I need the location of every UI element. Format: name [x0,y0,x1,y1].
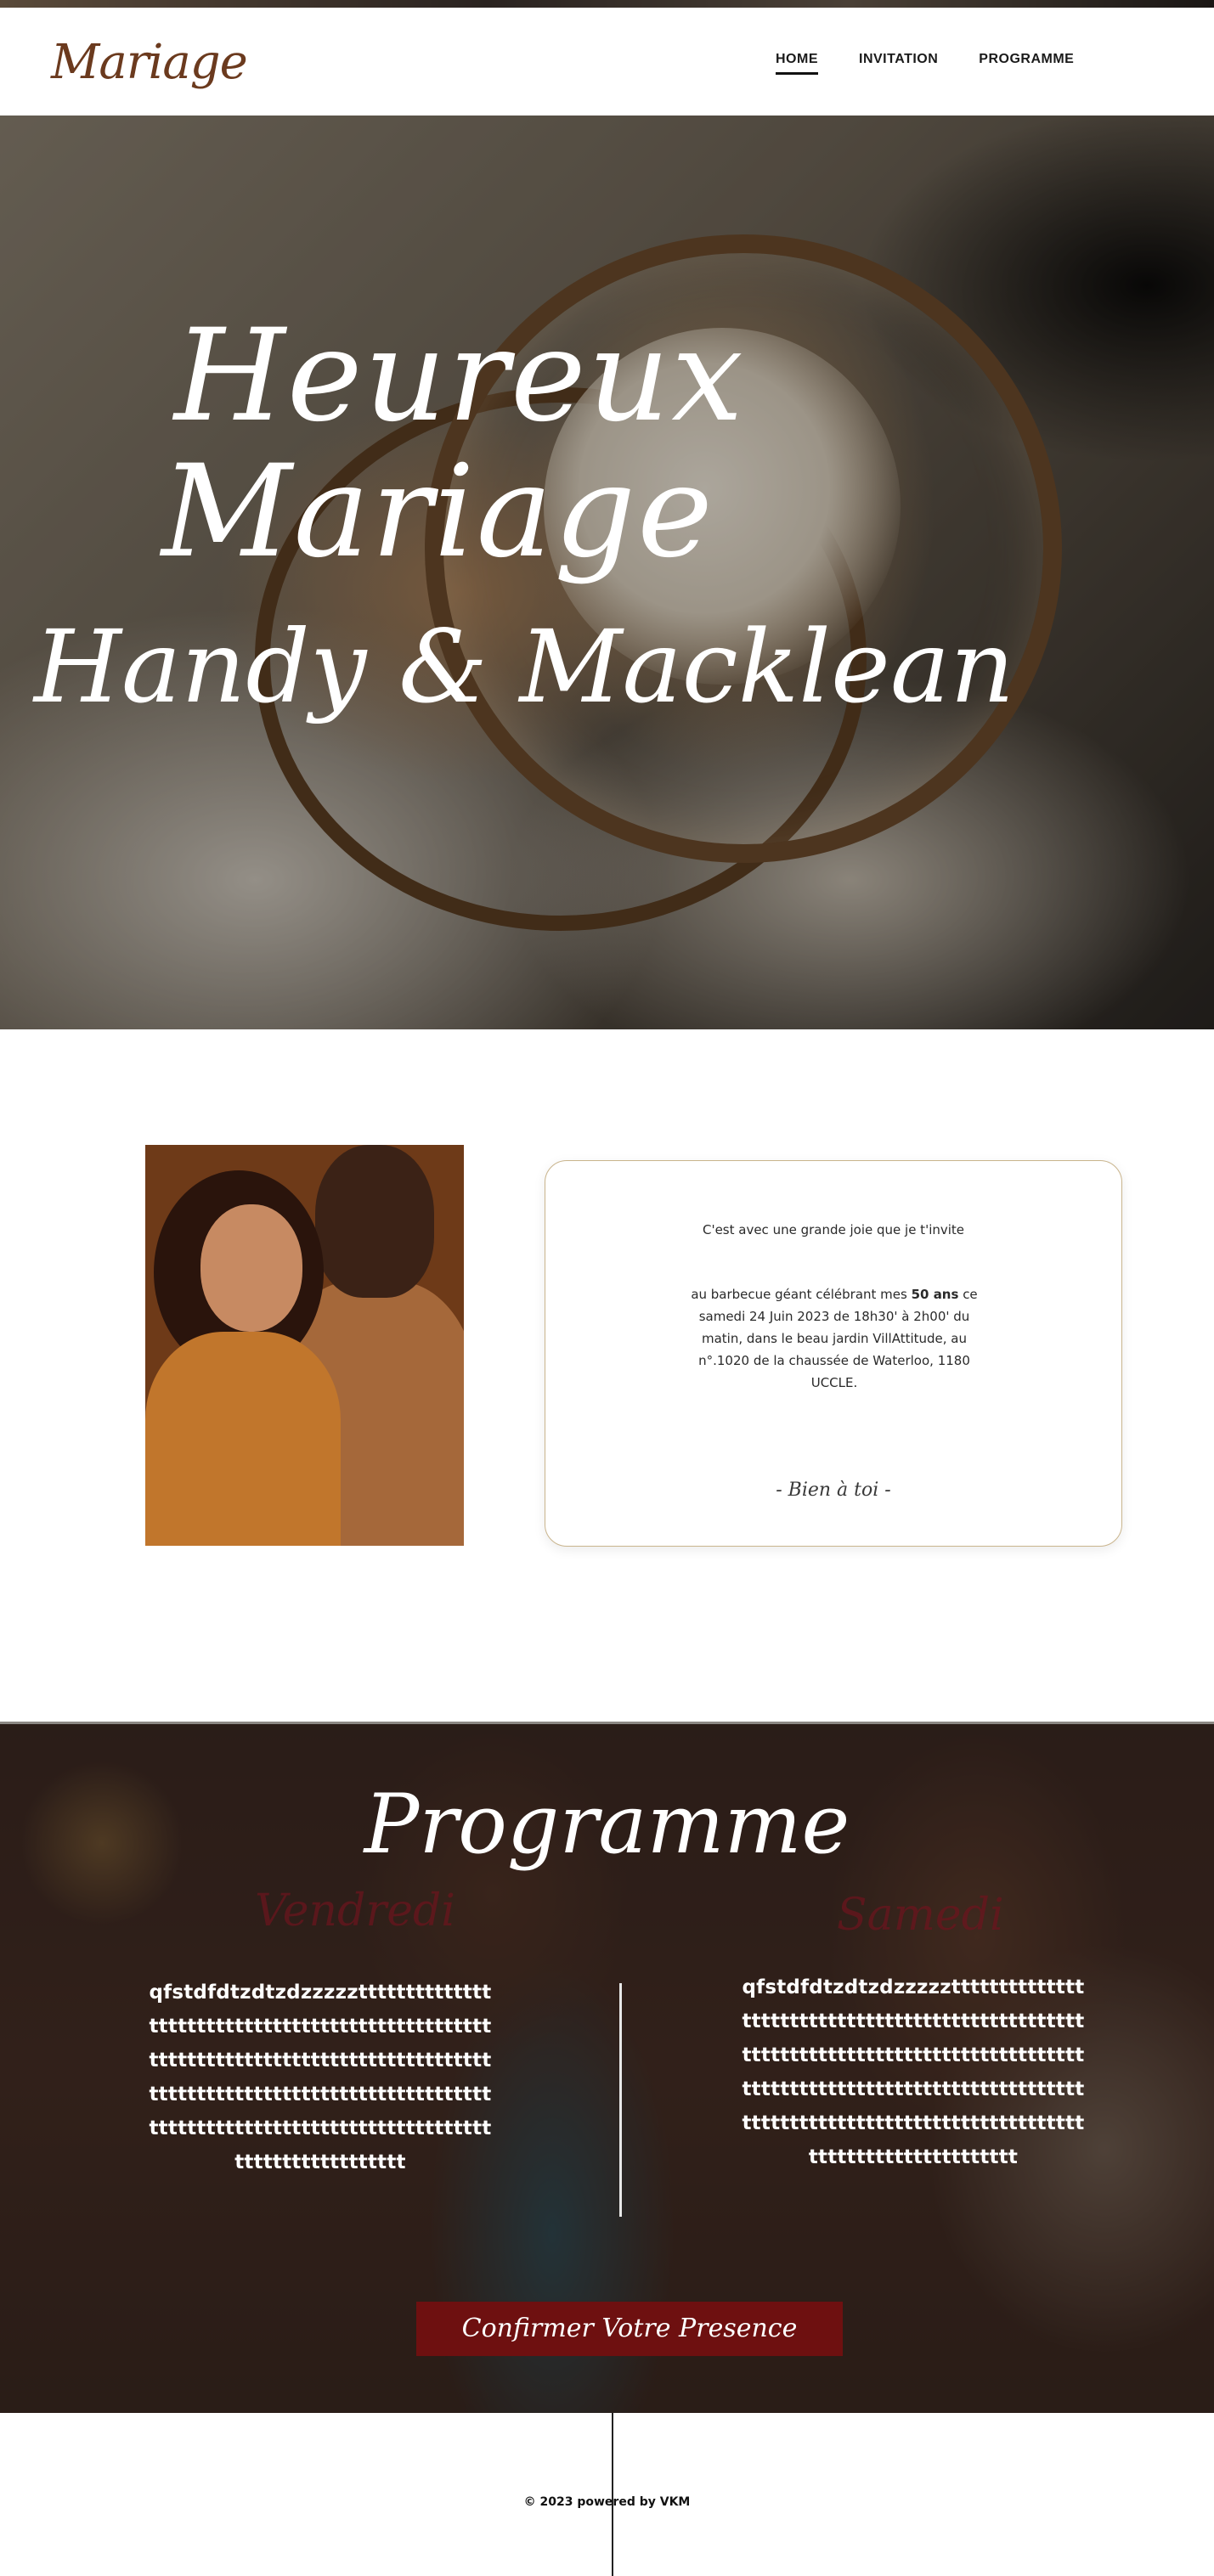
programme-divider [619,1983,622,2217]
invitation-age: 50 ans [911,1287,959,1302]
invitation-details: au barbecue géant célébrant mes 50 ans c… [677,1283,991,1394]
nav-home[interactable]: HOME [776,52,818,75]
invitation-details-start: au barbecue géant célébrant mes [691,1287,912,1302]
photo-woman-face [200,1204,302,1332]
programme-left-text: qfstdfdtzdtzdzzzzztttttttttttttttttttttt… [149,1981,492,2173]
invitation-signature: - Bien à toi - [776,1480,891,1501]
programme-title: Programme [364,1777,850,1872]
couple-photo [145,1145,464,1546]
top-accent-bar [0,0,1214,8]
site-footer: © 2023 powered by VKM [0,2413,1214,2576]
programme-right-text: qfstdfdtzdtzdzzzzztttttttttttttttttttttt… [742,1976,1085,2168]
invitation-intro: C'est avec une grande joie que je t'invi… [702,1222,965,1237]
programme-day-right: Samedi [837,1890,1004,1941]
site-logo[interactable]: Mariage [51,35,248,90]
invitation-details-end: ce samedi 24 Juin 2023 de 18h30' à 2h00'… [698,1287,978,1390]
confirm-presence-button[interactable]: Confirmer Votre Presence [416,2302,843,2356]
hero-banner: Heureux Mariage Handy & Macklean [0,116,1214,1029]
photo-man-head [315,1145,434,1298]
footer-copyright: © 2023 powered by VKM [523,2495,691,2509]
invitation-card: C'est avec une grande joie que je t'invi… [545,1160,1122,1547]
main-nav: HOME INVITATION PROGRAMME [776,52,1115,75]
site-header: Mariage HOME INVITATION PROGRAMME [0,8,1214,116]
programme-day-left: Vendredi [255,1885,455,1936]
hero-title-line1: Heureux [174,302,745,450]
nav-invitation[interactable]: INVITATION [859,52,938,75]
hero-title-line2: Mariage [161,438,714,586]
hero-couple-names: Handy & Macklean [34,608,1015,725]
programme-section: Programme Vendredi Samedi qfstdfdtzdtzdz… [0,1722,1214,2413]
nav-programme[interactable]: PROGRAMME [979,52,1074,75]
photo-woman-figure [145,1332,341,1546]
footer-vertical-line [612,2413,613,2576]
